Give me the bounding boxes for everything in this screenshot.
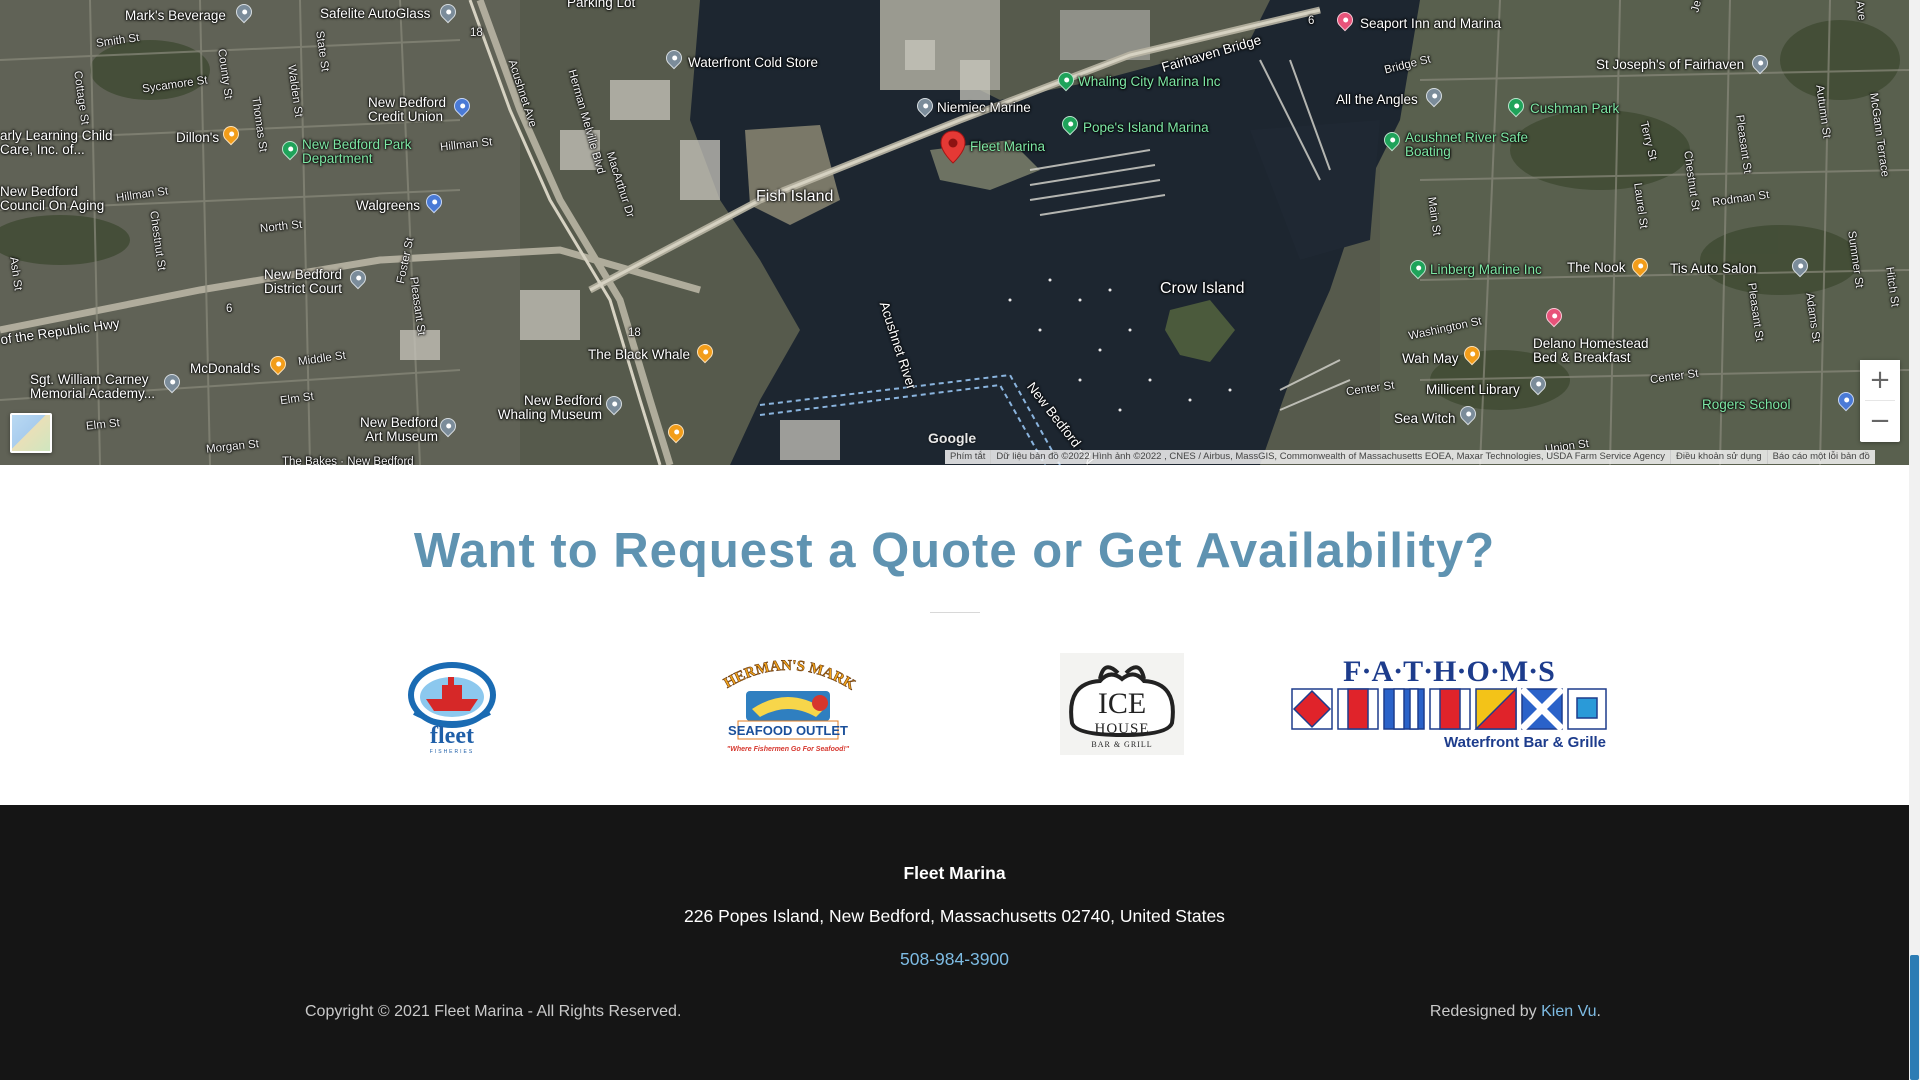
keyboard-shortcuts-link[interactable]: Phím tắt <box>945 450 990 464</box>
map-label: All the Angles <box>1336 92 1418 107</box>
map-label: arly Learning Child Care, Inc. of... <box>0 128 113 157</box>
map-label: The Black Whale <box>588 347 691 362</box>
map-label: New Bedford Park Department <box>302 137 412 166</box>
map-label: Millicent Library <box>1426 382 1520 397</box>
quote-heading: Want to Request a Quote or Get Availabil… <box>413 524 1496 578</box>
map-label: Safelite AutoGlass <box>320 6 431 21</box>
zoom-control: + − <box>1860 360 1900 442</box>
map-label: New Bedford Council On Aging <box>0 184 105 213</box>
map-label: St Joseph's of Fairhaven <box>1596 57 1745 72</box>
map-label: McDonald's <box>190 361 261 376</box>
footer-address: 226 Popes Island, New Bedford, Massachus… <box>684 906 1225 926</box>
page: Mark's Beverage Safelite AutoGlass Parki… <box>0 0 1920 1080</box>
ice-house-logo-mid: HOUSE <box>1094 721 1149 737</box>
route-shield: 6 <box>226 303 233 315</box>
credit-prefix: Redesigned by <box>1429 1003 1542 1020</box>
map-label: Whaling City Marina Inc <box>1078 74 1221 89</box>
map-label: Rogers School <box>1702 397 1791 412</box>
map-label: Tis Auto Salon <box>1670 261 1757 276</box>
zoom-in-button[interactable]: + <box>1860 360 1900 400</box>
map-label: Pope's Island Marina <box>1083 120 1209 135</box>
map-data-credit: Dữ liệu bản đồ ©2022 Hình ảnh ©2022 , CN… <box>990 450 1670 464</box>
route-shield: 18 <box>470 27 483 39</box>
page-content: Mark's Beverage Safelite AutoGlass Parki… <box>0 0 1909 1080</box>
map-label: Delano Homestead Bed & Breakfast <box>1533 336 1649 365</box>
phone-link[interactable]: 508-984-3900 <box>900 949 1009 969</box>
route-shield: 6 <box>1308 15 1315 27</box>
footer-business-name: Fleet Marina <box>903 863 1006 883</box>
ice-house-logo[interactable]: ICE HOUSE BAR & GRILL <box>1060 653 1184 755</box>
map-label: Seaport Inn and Marina <box>1360 16 1502 31</box>
map-label: Fish Island <box>756 188 834 205</box>
page-scrollbar[interactable] <box>1909 0 1920 1080</box>
map-label: Wah May <box>1402 351 1459 366</box>
street-label: Ave <box>1853 0 1868 22</box>
map-label: New Bedford Credit Union <box>368 95 447 124</box>
scrollbar-thumb[interactable] <box>1910 955 1919 1080</box>
satellite-map[interactable]: Mark's Beverage Safelite AutoGlass Parki… <box>0 0 1909 465</box>
credit-suffix: . <box>1596 1003 1601 1020</box>
terms-of-use-link[interactable]: Điều khoản sử dụng <box>1669 450 1767 464</box>
fathoms-logo-top: F·A·T·H·O·M·S <box>1343 655 1555 688</box>
fishermans-logo-tag: "Where Fishermen Go For Seafood!" <box>727 746 850 753</box>
map-label: Acushnet River Safe Boating <box>1405 130 1529 159</box>
map-label: The Bakes · New Bedford <box>282 456 414 465</box>
map-label: Crow Island <box>1160 280 1245 297</box>
fleet-logo-word: fleet <box>430 723 474 749</box>
designer-link[interactable]: Kien Vu <box>1541 1003 1596 1020</box>
map-label: Mark's Beverage <box>125 8 226 23</box>
footer-phone: 508-984-3900 <box>0 949 1909 970</box>
fleet-logo-sub: FISHERIES <box>430 749 474 755</box>
map-label: Walgreens <box>356 198 421 213</box>
map-label: Niemiec Marine <box>937 100 1031 115</box>
map-label: Parking Lot <box>567 0 636 10</box>
map-layer-toggle[interactable] <box>10 413 52 453</box>
section-divider <box>930 612 980 613</box>
map-label: Waterfront Cold Store <box>688 55 819 70</box>
site-footer: Fleet Marina 226 Popes Island, New Bedfo… <box>0 805 1909 1080</box>
map-label: The Nook <box>1567 260 1626 275</box>
map-label: New Bedford Art Museum <box>359 415 438 444</box>
map-label: Sea Witch <box>1394 411 1456 426</box>
footer-copyright: Copyright © 2021 Fleet Marina - All Righ… <box>305 1003 682 1020</box>
fishermans-market-logo[interactable]: FISHERMAN'S MARKET SEAFOOD OUTLET "Where… <box>716 651 860 757</box>
route-shield: 18 <box>628 327 641 339</box>
map-label: New Bedford Whaling Museum <box>497 393 602 422</box>
quote-section: Want to Request a Quote or Get Availabil… <box>0 465 1909 805</box>
zoom-out-button[interactable]: − <box>1860 401 1900 441</box>
fathoms-logo[interactable]: F·A·T·H·O·M·S Waterfront Bar & Grille <box>1290 653 1608 751</box>
map-label: Dillon's <box>176 130 220 145</box>
report-map-error-link[interactable]: Báo cáo một lỗi bản đồ <box>1766 450 1875 464</box>
map-attribution: Phím tắt Dữ liệu bản đồ ©2022 Hình ảnh ©… <box>945 450 1875 464</box>
google-logo: Google <box>928 430 977 446</box>
fleet-marina-marker-icon[interactable] <box>940 130 966 164</box>
map-label: Sgt. William Carney Memorial Academy... <box>30 372 156 401</box>
footer-credit: Redesigned by Kien Vu. <box>1430 1003 1601 1021</box>
fishermans-logo-mid: SEAFOOD OUTLET <box>728 723 848 738</box>
map-label: Fleet Marina <box>970 139 1046 154</box>
map-label: Cushman Park <box>1530 101 1620 116</box>
map-label: New Bedford District Court <box>264 267 343 296</box>
fleet-fisheries-logo[interactable]: fleet FISHERIES <box>404 655 500 755</box>
fathoms-logo-sub: Waterfront Bar & Grille <box>1444 734 1606 751</box>
fishermans-logo-top: FISHERMAN'S MARKET <box>716 651 858 694</box>
map-label: Linberg Marine Inc <box>1430 262 1542 277</box>
ice-house-logo-sub: BAR & GRILL <box>1091 740 1152 749</box>
ice-house-logo-top: ICE <box>1098 687 1146 720</box>
